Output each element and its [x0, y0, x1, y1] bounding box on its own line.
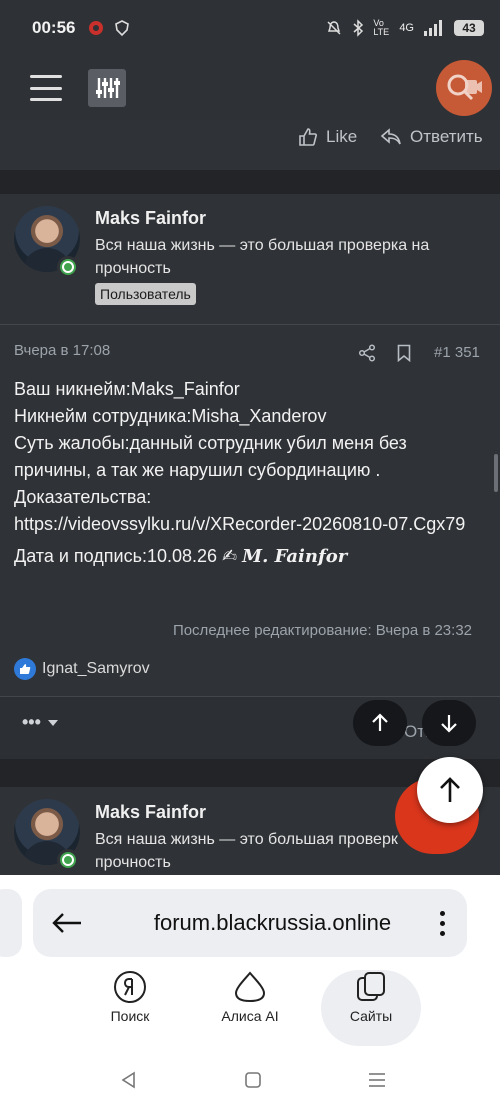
- hamburger-icon[interactable]: [30, 75, 62, 101]
- volte-indicator: Vo LTE: [373, 18, 390, 37]
- like-label: Like: [326, 127, 358, 146]
- scroll-down-button[interactable]: [422, 700, 476, 746]
- post-line: Доказательства:: [14, 487, 152, 507]
- online-icon: [57, 849, 79, 871]
- nav-label: Сайты: [349, 1008, 393, 1024]
- author-name[interactable]: Maks Fainfor: [95, 802, 206, 823]
- nav-search[interactable]: Поиск: [80, 970, 180, 1046]
- online-icon: [57, 256, 79, 278]
- mute-icon: [327, 21, 341, 35]
- post-number[interactable]: #1 351: [434, 344, 480, 361]
- scroll-to-top-button[interactable]: [417, 757, 483, 823]
- thumbs-up-icon: [299, 128, 317, 146]
- network-type: 4G: [399, 22, 414, 34]
- post-line: Никнейм сотрудника:Misha_Xanderov: [14, 406, 327, 426]
- post-line: Суть жалобы:данный сотрудник убил меня б…: [14, 433, 407, 480]
- alice-icon: [234, 971, 266, 1003]
- bookmark-icon[interactable]: [397, 344, 411, 362]
- evidence-link[interactable]: https://videovssylku.ru/v/XRecorder-2026…: [14, 511, 484, 538]
- post-content: Ваш никнейм:Maks_Fainfor Никнейм сотрудн…: [14, 376, 484, 570]
- browser-bottom-bar: forum.blackrussia.online Поиск Алиса AI …: [0, 875, 500, 1111]
- reply-button[interactable]: Ответить: [380, 127, 483, 147]
- url-text[interactable]: forum.blackrussia.online: [105, 910, 440, 936]
- sliders-icon[interactable]: [88, 69, 126, 107]
- shield-icon: [115, 20, 130, 37]
- signature-name: M. Fainfor: [242, 546, 348, 567]
- system-home-icon[interactable]: [244, 1071, 262, 1089]
- like-reaction-icon: [14, 658, 36, 680]
- nav-label: Поиск: [110, 1008, 150, 1024]
- address-bar[interactable]: forum.blackrussia.online: [33, 889, 467, 957]
- system-recents-icon[interactable]: [368, 1071, 386, 1089]
- reply-label: Ответить: [410, 127, 483, 146]
- arrow-down-icon: [441, 715, 457, 733]
- nav-sites[interactable]: Сайты: [321, 970, 421, 1046]
- author-title: Вся наша жизнь — это большая проверка на…: [95, 237, 430, 277]
- scrollbar[interactable]: [494, 454, 498, 492]
- like-button[interactable]: Like: [298, 127, 357, 147]
- arrow-up-icon: [440, 777, 460, 802]
- scroll-up-button[interactable]: [353, 700, 407, 746]
- back-arrow-icon[interactable]: [51, 911, 83, 935]
- user-role-badge: Пользователь: [95, 283, 196, 305]
- arrow-up-icon: [372, 713, 388, 731]
- signal-icon: [424, 20, 442, 36]
- system-back-icon[interactable]: [120, 1071, 138, 1089]
- bluetooth-icon: [353, 19, 364, 37]
- status-bar: 00:56 Vo LTE 4G 43: [0, 0, 500, 56]
- search-icon: [447, 74, 482, 101]
- reactions[interactable]: Ignat_Samyrov: [14, 658, 150, 680]
- post-line: Ваш никнейм:Maks_Fainfor: [14, 379, 240, 399]
- battery-icon: 43: [454, 20, 484, 36]
- reactor-name[interactable]: Ignat_Samyrov: [42, 660, 150, 678]
- chevron-down-icon: [47, 719, 58, 726]
- notification-icons: [87, 19, 131, 37]
- forum-header: [0, 56, 500, 120]
- author-title: Вся наша жизнь — это большая проверк про…: [95, 831, 398, 871]
- more-dots-icon: •••: [22, 712, 41, 732]
- system-icons: Vo LTE 4G 43: [325, 19, 484, 37]
- author-divider: [0, 324, 500, 325]
- previous-tab[interactable]: [0, 889, 22, 957]
- more-vertical-icon[interactable]: [440, 910, 445, 936]
- signature-line: Дата и подпись:10.08.26 ✍ M. Fainfor: [14, 543, 484, 570]
- nav-label: Алиса AI: [221, 1008, 279, 1024]
- share-icon[interactable]: [358, 344, 376, 362]
- post-separator: [0, 170, 500, 194]
- app-notification-icon: [89, 21, 104, 35]
- post-time[interactable]: Вчера в 17:08: [14, 342, 110, 359]
- nav-alice[interactable]: Алиса AI: [200, 970, 300, 1046]
- tabs-icon: [357, 972, 385, 1001]
- reply-icon: [380, 128, 401, 145]
- edited-note: Последнее редактирование: Вчера в 23:32: [172, 622, 472, 639]
- more-actions-button[interactable]: •••: [22, 712, 59, 733]
- yandex-icon: [114, 971, 146, 1003]
- signature-prefix: Дата и подпись:10.08.26 ✍: [14, 546, 238, 566]
- clock: 00:56: [32, 18, 76, 37]
- author-name[interactable]: Maks Fainfor: [95, 208, 206, 229]
- system-navigation: [0, 1065, 500, 1095]
- search-button[interactable]: [436, 60, 492, 116]
